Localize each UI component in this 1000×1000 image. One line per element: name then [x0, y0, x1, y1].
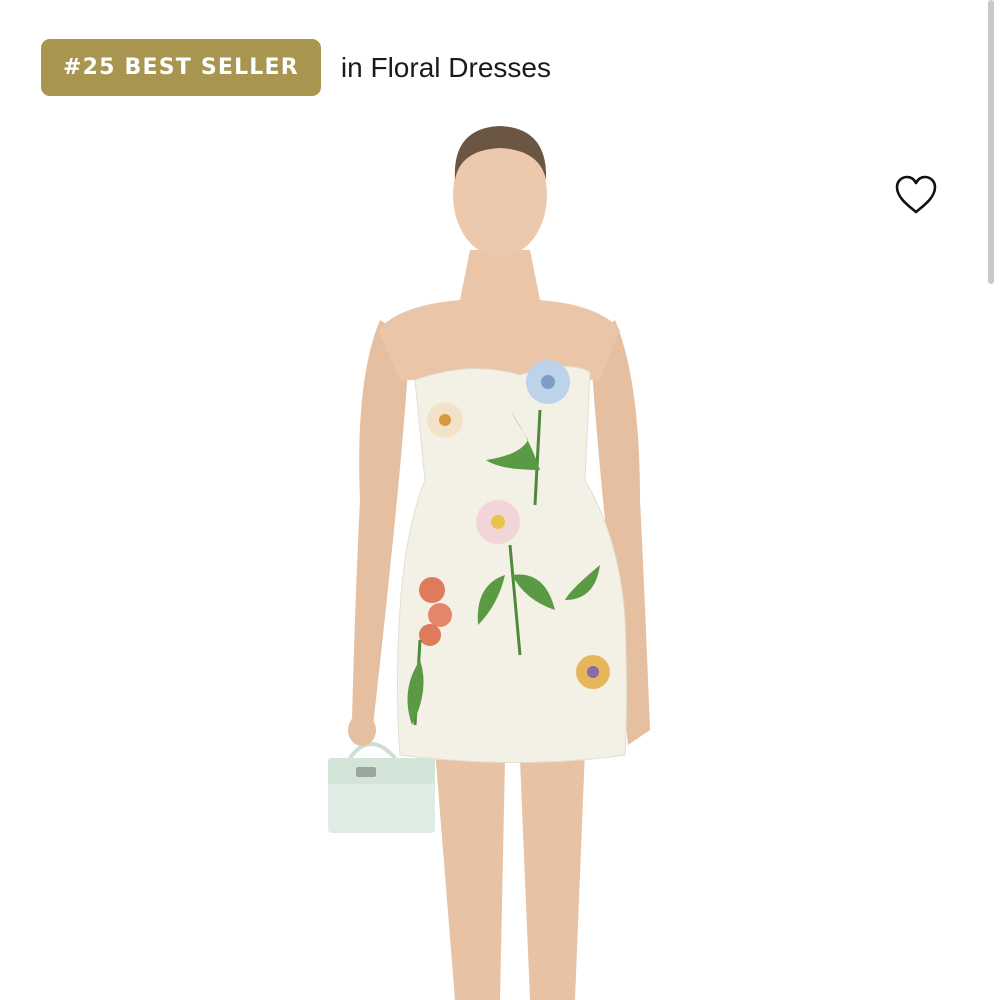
scrollbar[interactable]: [988, 0, 994, 1000]
wishlist-button[interactable]: [893, 172, 939, 218]
best-seller-badge: #25 BEST SELLER: [41, 39, 321, 96]
scrollbar-thumb[interactable]: [988, 0, 994, 284]
product-image[interactable]: [260, 115, 720, 1000]
heart-outline-icon: [895, 175, 937, 214]
best-seller-row: #25 BEST SELLER in Floral Dresses: [41, 39, 551, 96]
model-legs: [435, 750, 585, 1000]
best-seller-category[interactable]: in Floral Dresses: [341, 52, 551, 84]
model-shoulders: [378, 250, 620, 380]
